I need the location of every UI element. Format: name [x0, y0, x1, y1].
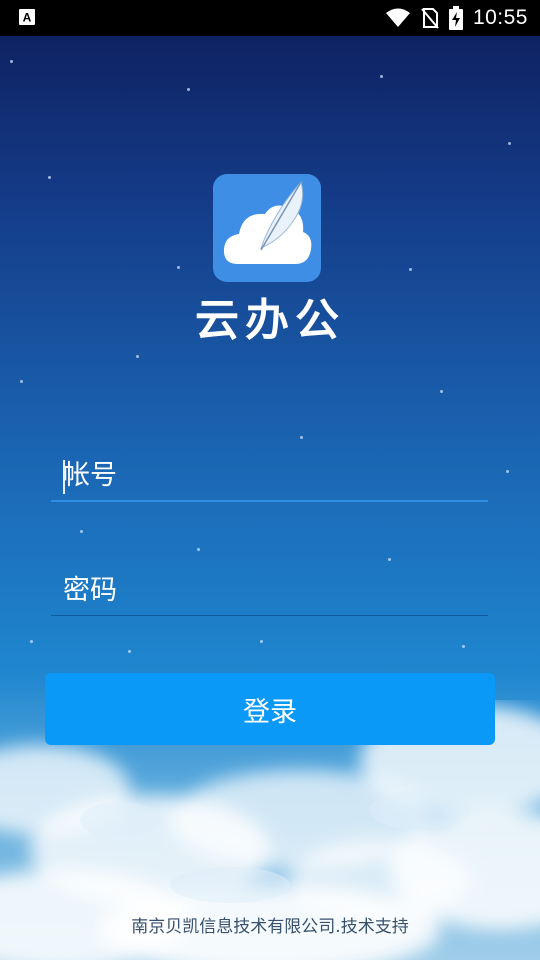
star: [80, 530, 83, 533]
wifi-icon: [385, 8, 410, 27]
star: [30, 640, 33, 643]
star: [10, 60, 13, 63]
star: [440, 390, 443, 393]
password-input[interactable]: [51, 567, 488, 613]
star: [20, 380, 23, 383]
footer-credit: 南京贝凯信息技术有限公司.技术支持: [131, 917, 409, 937]
star: [462, 645, 465, 648]
star: [48, 176, 51, 179]
star: [128, 650, 131, 653]
star: [380, 75, 383, 78]
battery-charging-icon: [448, 6, 463, 30]
a-notification-icon: A: [19, 9, 35, 25]
star: [388, 558, 391, 561]
star: [300, 436, 303, 439]
star: [187, 88, 190, 91]
star: [260, 640, 263, 643]
star: [506, 470, 509, 473]
star: [177, 266, 180, 269]
app-logo: [213, 174, 321, 282]
cloud-feather-icon: [223, 180, 312, 264]
login-button[interactable]: 登录: [45, 673, 495, 745]
password-field[interactable]: [51, 567, 488, 616]
star: [409, 268, 412, 271]
status-bar: A 10:55: [0, 0, 540, 36]
star: [508, 142, 511, 145]
clock: 10:55: [472, 6, 528, 29]
account-field[interactable]: [51, 452, 488, 502]
account-input[interactable]: [51, 452, 488, 498]
app-name: 云办公: [195, 295, 345, 346]
svg-text:A: A: [23, 11, 32, 25]
star: [136, 355, 139, 358]
star: [197, 548, 200, 551]
text-cursor: [63, 460, 65, 494]
no-sim-icon: [421, 8, 439, 29]
